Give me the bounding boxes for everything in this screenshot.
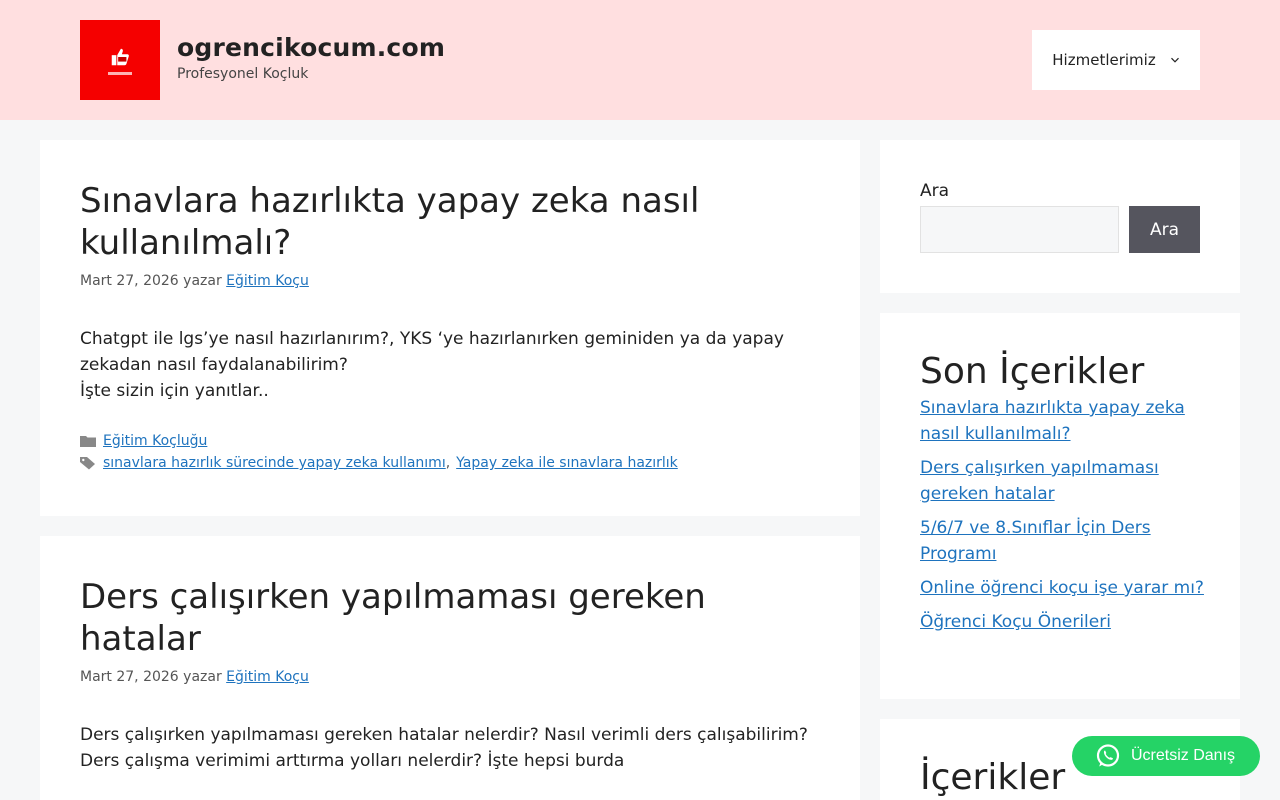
list-item: 5/6/7 ve 8.Sınıflar İçin Ders Programı (920, 515, 1210, 567)
category-link[interactable]: Eğitim Koçluğu (103, 433, 207, 449)
post-by-label: yazar (183, 273, 222, 289)
post-title[interactable]: Sınavlara hazırlıkta yapay zeka nasıl ku… (80, 180, 800, 264)
site-logo[interactable] (80, 20, 160, 100)
site-header: ogrencikocum.com Profesyonel Koçluk Hizm… (0, 0, 1280, 120)
whatsapp-chat-button[interactable]: Ücretsiz Danış (1072, 736, 1260, 776)
list-item: Online öğrenci koçu işe yarar mı? (920, 575, 1210, 601)
recent-post-link[interactable]: Öğrenci Koçu Önerileri (920, 612, 1111, 632)
list-item: Ders çalışırken yapılmaması gereken hata… (920, 455, 1210, 507)
site-tagline: Profesyonel Koçluk (177, 66, 309, 82)
tag-icon (80, 457, 95, 470)
post-author-link[interactable]: Eğitim Koçu (226, 273, 309, 289)
search-widget: Ara Ara (880, 140, 1240, 293)
recent-post-link[interactable]: Online öğrenci koçu işe yarar mı? (920, 578, 1204, 598)
post-summary-line: Ders çalışırken yapılmaması gereken hata… (80, 725, 808, 771)
nav-menu-services[interactable]: Hizmetlerimiz (1032, 30, 1200, 90)
post-title[interactable]: Ders çalışırken yapılmaması gereken hata… (80, 576, 800, 660)
recent-posts-list: Sınavlara hazırlıkta yapay zeka nasıl ku… (920, 395, 1210, 643)
post-summary-line: Chatgpt ile lgs’ye nasıl hazırlanırım?, … (80, 329, 784, 375)
post-card: Ders çalışırken yapılmaması gereken hata… (40, 536, 860, 800)
folder-icon (80, 436, 96, 447)
nav-menu-label: Hizmetlerimiz (1052, 51, 1156, 69)
post-date: Mart 27, 2026 (80, 669, 179, 685)
post-categories: Eğitim Koçluğu (80, 433, 207, 449)
search-button[interactable]: Ara (1129, 206, 1200, 253)
post-summary-line: İşte sizin için yanıtlar.. (80, 381, 269, 401)
tag-link[interactable]: sınavlara hazırlık sürecinde yapay zeka … (103, 455, 446, 471)
tag-link[interactable]: Yapay zeka ile sınavlara hazırlık (456, 455, 678, 471)
recent-post-link[interactable]: 5/6/7 ve 8.Sınıflar İçin Ders Programı (920, 518, 1151, 564)
recent-posts-widget: Son İçerikler Sınavlara hazırlıkta yapay… (880, 313, 1240, 699)
thumbs-up-icon (111, 48, 129, 65)
post-meta: Mart 27, 2026 yazar Eğitim Koçu (80, 669, 309, 685)
list-item: Sınavlara hazırlıkta yapay zeka nasıl ku… (920, 395, 1210, 447)
logo-caption-mark (108, 71, 132, 75)
post-card: Sınavlara hazırlıkta yapay zeka nasıl ku… (40, 140, 860, 516)
recent-posts-title: Son İçerikler (920, 351, 1145, 392)
recent-post-link[interactable]: Sınavlara hazırlıkta yapay zeka nasıl ku… (920, 398, 1185, 444)
recent-post-link[interactable]: Ders çalışırken yapılmaması gereken hata… (920, 458, 1159, 504)
post-tags: sınavlara hazırlık sürecinde yapay zeka … (80, 455, 678, 471)
tag-separator: , (445, 455, 451, 471)
post-summary: Ders çalışırken yapılmaması gereken hata… (80, 722, 820, 774)
post-author-link[interactable]: Eğitim Koçu (226, 669, 309, 685)
site-title[interactable]: ogrencikocum.com (177, 33, 445, 62)
post-date: Mart 27, 2026 (80, 273, 179, 289)
post-summary: Chatgpt ile lgs’ye nasıl hazırlanırım?, … (80, 326, 820, 404)
list-item: Öğrenci Koçu Önerileri (920, 609, 1210, 635)
search-input[interactable] (920, 206, 1119, 253)
chevron-down-icon (1170, 57, 1179, 63)
categories-title: İçerikler (920, 757, 1066, 798)
search-label: Ara (920, 181, 950, 201)
post-by-label: yazar (183, 669, 222, 685)
whatsapp-chat-label: Ücretsiz Danış (1131, 747, 1236, 764)
whatsapp-icon (1096, 744, 1120, 767)
post-meta: Mart 27, 2026 yazar Eğitim Koçu (80, 273, 309, 289)
